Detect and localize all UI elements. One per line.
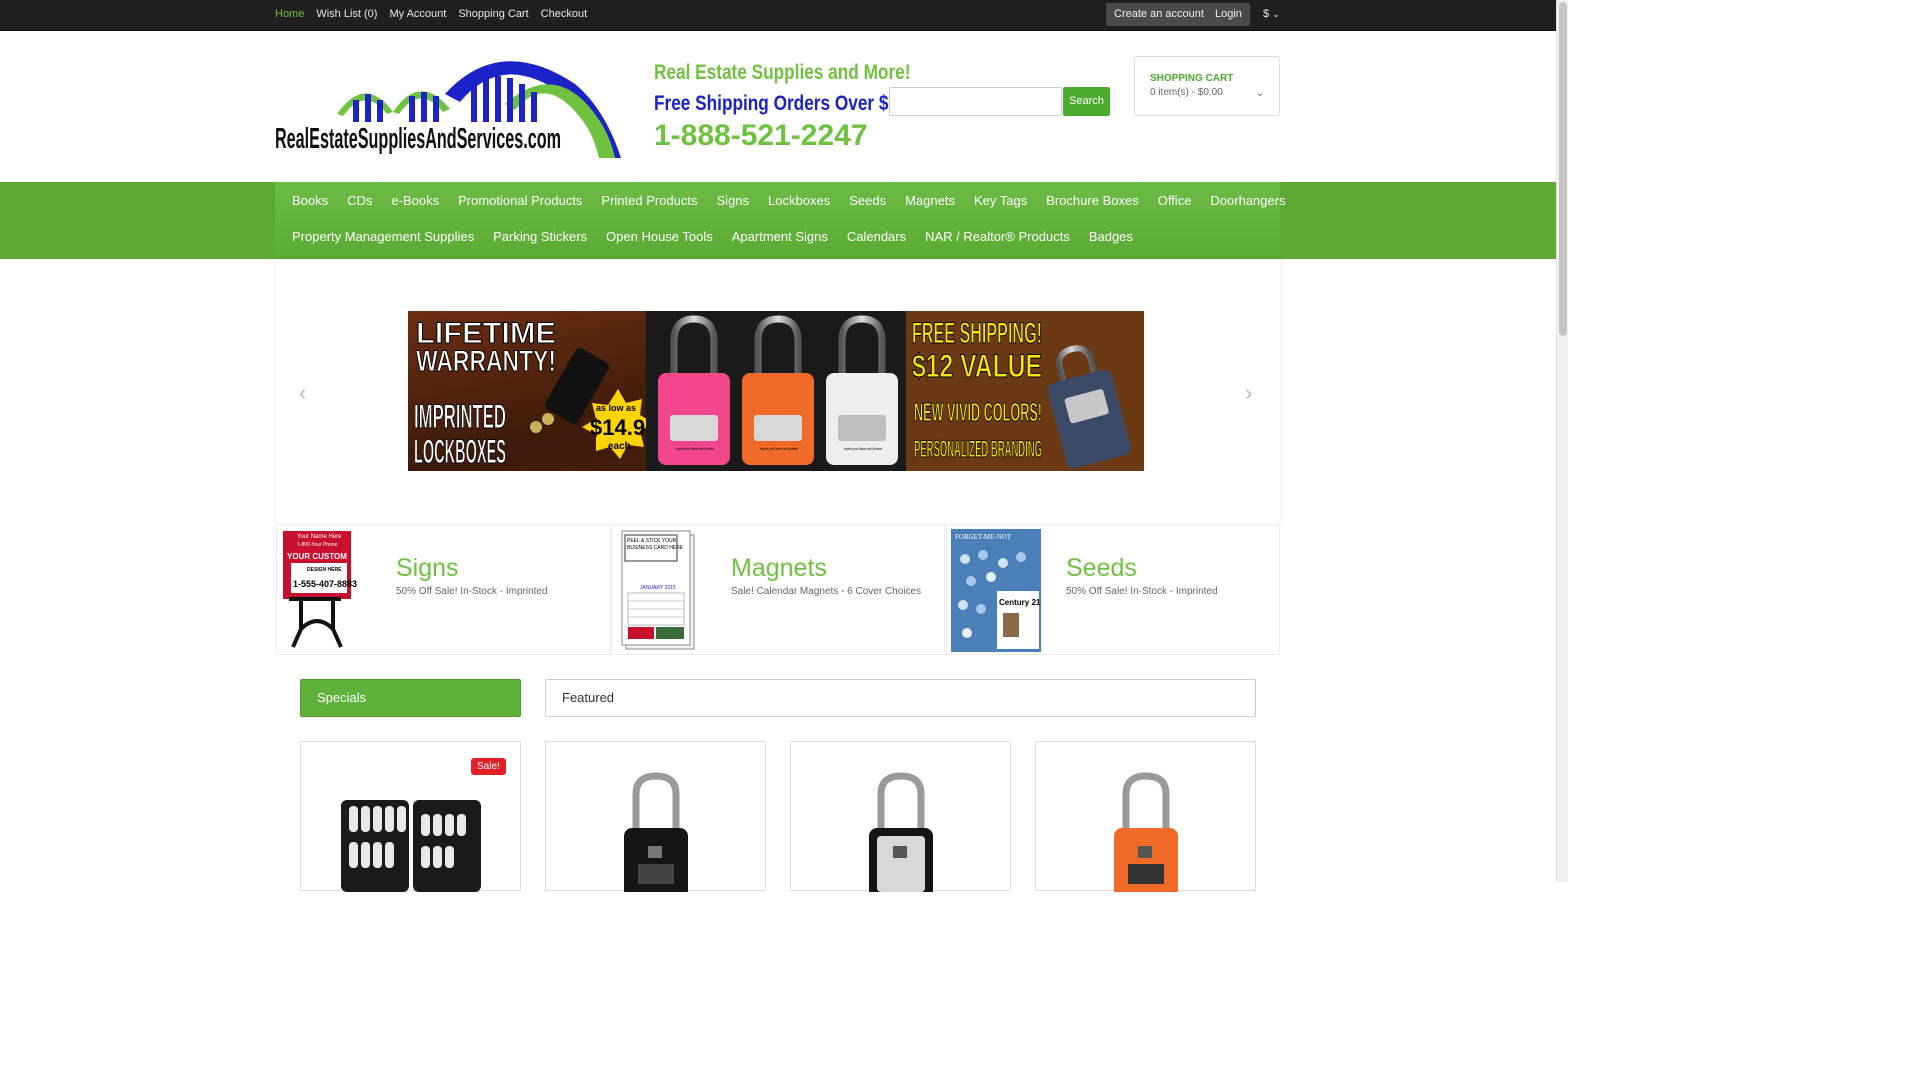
chevron-down-icon: ⌄ bbox=[1256, 88, 1265, 99]
nav-item-promotional-products[interactable]: Promotional Products bbox=[448, 193, 591, 208]
silver-lockbox-image bbox=[869, 772, 933, 892]
signs-image: Your Name Here 1-800-Your Phone YOUR CUS… bbox=[283, 531, 357, 648]
nav-item-books[interactable]: Books bbox=[282, 193, 337, 208]
promo-subtitle: 50% Off Sale! In-Stock - Imprinted bbox=[396, 586, 548, 597]
nav-item-nar-realtor-products[interactable]: NAR / Realtor® Products bbox=[915, 229, 1079, 244]
nav-row-2: Property Management Supplies Parking Sti… bbox=[282, 229, 1142, 244]
magnets-img-peel: PEEL & STICK YOUR bbox=[627, 538, 677, 544]
search-input[interactable] bbox=[889, 87, 1062, 116]
magnets-image: PEEL & STICK YOUR BUSINESS CARD HERE JAN… bbox=[621, 530, 695, 650]
search-button[interactable]: Search bbox=[1063, 87, 1110, 116]
nav-item-badges[interactable]: Badges bbox=[1079, 229, 1142, 244]
magnets-img-card: BUSINESS CARD HERE bbox=[627, 545, 684, 551]
slideshow-prev-arrow[interactable]: ‹ bbox=[299, 380, 306, 406]
page-scrollbar[interactable] bbox=[1556, 0, 1568, 882]
home-link[interactable]: Home bbox=[275, 8, 304, 20]
banner-graphic: LIFETIME WARRANTY! IMPRINTED LOCKBOXES a… bbox=[408, 311, 1144, 472]
tab-featured[interactable]: Featured bbox=[545, 679, 1256, 717]
pink-lockbox-caption: Imprint your Name and Number bbox=[676, 446, 714, 451]
signs-img-your-custom: YOUR CUSTOM bbox=[287, 552, 347, 561]
checkout-link[interactable]: Checkout bbox=[541, 8, 587, 20]
tagline-supplies: Real Estate Supplies and More! bbox=[654, 61, 911, 84]
top-bar: Home Wish List (0) My Account Shopping C… bbox=[0, 0, 1556, 31]
magnets-img-january: JANUARY 2015 bbox=[640, 585, 676, 591]
nav-item-property-management[interactable]: Property Management Supplies bbox=[282, 229, 483, 244]
nav-item-seeds[interactable]: Seeds bbox=[839, 193, 895, 208]
nav-item-ebooks[interactable]: e-Books bbox=[381, 193, 448, 208]
nav-item-brochure-boxes[interactable]: Brochure Boxes bbox=[1036, 193, 1148, 208]
banner-imprinted: IMPRINTED bbox=[414, 398, 506, 436]
logo-text: RealEstateSuppliesAndServices.com bbox=[275, 123, 561, 155]
orange-lockbox-image bbox=[1114, 772, 1178, 892]
nav-item-key-tags[interactable]: Key Tags bbox=[964, 193, 1036, 208]
signs-img-design-here: DESIGN HERE bbox=[307, 567, 342, 573]
nav-item-magnets[interactable]: Magnets bbox=[895, 193, 964, 208]
banner-branding: PERSONALIZED BRANDING bbox=[914, 436, 1042, 463]
white-lockbox-caption: Imprint your Name and Number bbox=[844, 446, 882, 451]
cart-title: SHOPPING CART bbox=[1150, 73, 1234, 84]
tab-specials[interactable]: Specials bbox=[300, 679, 521, 717]
seeds-img-forget-me-not: FORGET-ME-NOT bbox=[955, 533, 1012, 541]
site-logo[interactable]: RealEstateSuppliesAndServices.com bbox=[275, 54, 623, 160]
currency-symbol: $ bbox=[1263, 8, 1270, 20]
cart-summary: 0 item(s) - $0.00 bbox=[1150, 87, 1223, 98]
product-card-silver-lockbox[interactable] bbox=[790, 741, 1011, 892]
nav-row-1: Books CDs e-Books Promotional Products P… bbox=[282, 193, 1295, 208]
logo-graphic: RealEstateSuppliesAndServices.com bbox=[275, 61, 621, 158]
promo-subtitle: 50% Off Sale! In-Stock - Imprinted bbox=[1066, 586, 1218, 597]
slideshow-next-arrow[interactable]: › bbox=[1245, 380, 1252, 406]
signs-img-your-name: Your Name Here bbox=[297, 534, 342, 540]
sale-badge: Sale! bbox=[471, 758, 506, 775]
signs-img-phone-number: 1-555-407-8883 bbox=[293, 579, 357, 589]
banner-vivid-colors: NEW VIVID COLORS! bbox=[914, 397, 1042, 427]
promo-title: Seeds bbox=[1066, 554, 1137, 582]
promo-title: Magnets bbox=[731, 554, 827, 582]
seeds-image: FORGET-ME-NOT Century 21 bbox=[951, 529, 1041, 652]
promo-title: Signs bbox=[396, 554, 459, 582]
shopping-cart-link[interactable]: Shopping Cart bbox=[458, 8, 528, 20]
seeds-img-century21: Century 21 bbox=[999, 598, 1041, 607]
nav-item-lockboxes[interactable]: Lockboxes bbox=[758, 193, 839, 208]
phone-number: 1-888-521-2247 bbox=[654, 119, 868, 152]
banner-each: each bbox=[608, 441, 631, 452]
scrollbar-thumb[interactable] bbox=[1559, 2, 1567, 336]
product-card-key-cabinet[interactable]: Sale! bbox=[300, 741, 521, 892]
orange-lockbox-caption: Imprint your Name and Number bbox=[760, 446, 798, 451]
main-nav: Books CDs e-Books Promotional Products P… bbox=[275, 182, 1286, 259]
banner-warranty: WARRANTY! bbox=[416, 345, 556, 378]
nav-item-open-house-tools[interactable]: Open House Tools bbox=[596, 229, 722, 244]
promo-magnets[interactable]: PEEL & STICK YOUR BUSINESS CARD HERE JAN… bbox=[611, 524, 945, 655]
promo-seeds[interactable]: FORGET-ME-NOT Century 21 Seeds 50% Off S… bbox=[946, 524, 1280, 655]
top-links: Home Wish List (0) My Account Shopping C… bbox=[275, 8, 587, 20]
banner-lockboxes: LOCKBOXES bbox=[414, 433, 506, 471]
promo-subtitle: Sale! Calendar Magnets - 6 Cover Choices bbox=[731, 586, 922, 597]
currency-selector[interactable]: $ ⌄ bbox=[1263, 8, 1280, 20]
banner-as-low-as: as low as bbox=[596, 403, 636, 413]
signs-img-phone: 1-800-Your Phone bbox=[297, 542, 338, 548]
product-card-black-lockbox[interactable] bbox=[545, 741, 766, 892]
banner-12-value: $12 VALUE bbox=[912, 348, 1042, 384]
login-button[interactable]: Login bbox=[1207, 3, 1250, 26]
nav-item-apartment-signs[interactable]: Apartment Signs bbox=[722, 229, 837, 244]
nav-item-signs[interactable]: Signs bbox=[707, 193, 759, 208]
nav-item-cds[interactable]: CDs bbox=[337, 193, 381, 208]
cart-dropdown[interactable]: SHOPPING CART 0 item(s) - $0.00 ⌄ bbox=[1134, 56, 1280, 116]
nav-item-office[interactable]: Office bbox=[1148, 193, 1201, 208]
nav-item-calendars[interactable]: Calendars bbox=[837, 229, 915, 244]
lockbox-banner[interactable]: LIFETIME WARRANTY! IMPRINTED LOCKBOXES a… bbox=[408, 311, 1144, 472]
wish-list-link[interactable]: Wish List (0) bbox=[316, 8, 377, 20]
my-account-link[interactable]: My Account bbox=[389, 8, 446, 20]
promo-signs[interactable]: Your Name Here 1-800-Your Phone YOUR CUS… bbox=[276, 524, 610, 655]
black-lockbox-image bbox=[624, 772, 688, 892]
product-card-orange-lockbox[interactable] bbox=[1035, 741, 1256, 892]
nav-item-printed-products[interactable]: Printed Products bbox=[591, 193, 706, 208]
tagline-free-shipping: Free Shipping Orders Over $99 bbox=[654, 92, 908, 115]
nav-item-doorhangers[interactable]: Doorhangers bbox=[1200, 193, 1294, 208]
nav-item-parking-stickers[interactable]: Parking Stickers bbox=[483, 229, 596, 244]
create-account-button[interactable]: Create an account bbox=[1106, 3, 1212, 26]
chevron-down-icon: ⌄ bbox=[1272, 9, 1280, 19]
banner-free-shipping: FREE SHIPPING! bbox=[912, 317, 1042, 350]
